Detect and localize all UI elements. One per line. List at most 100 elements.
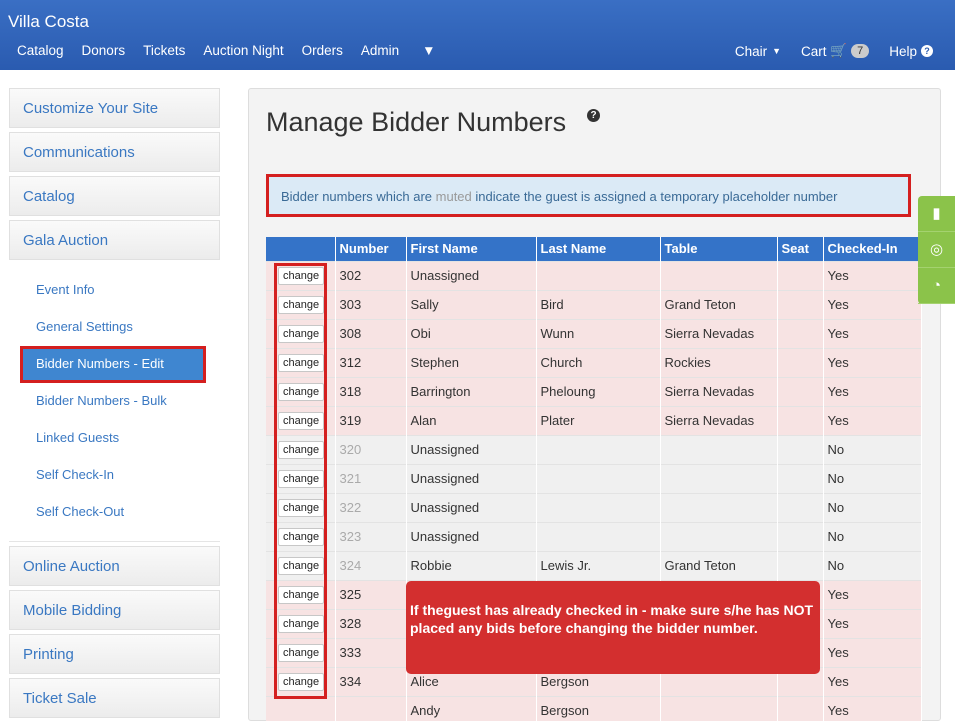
col-header-first-name[interactable]: First Name xyxy=(406,237,537,261)
cell-action: change xyxy=(266,434,336,464)
change-button[interactable]: change xyxy=(278,556,325,575)
sidebar-item-self-check-out[interactable]: Self Check-Out xyxy=(9,494,220,531)
sidebar-online-auction[interactable]: Online Auction xyxy=(9,546,220,586)
change-button[interactable]: change xyxy=(278,469,325,488)
sidebar-communications[interactable]: Communications xyxy=(9,132,220,172)
change-button[interactable]: change xyxy=(278,643,325,662)
sidebar-item-event-info[interactable]: Event Info xyxy=(9,272,220,309)
change-button[interactable]: change xyxy=(278,295,325,314)
nav-help[interactable]: Help? xyxy=(889,44,933,59)
sidebar-item-linked-guests[interactable]: Linked Guests xyxy=(9,420,220,457)
change-button[interactable]: change xyxy=(278,672,325,691)
floating-toolbar: ▮ ◎ ◔ xyxy=(918,196,955,304)
sidebar-item-self-check-in[interactable]: Self Check-In xyxy=(9,457,220,494)
sidebar-mobile-bidding[interactable]: Mobile Bidding xyxy=(9,590,220,630)
sidebar-ticket-sale[interactable]: Ticket Sale xyxy=(9,678,220,718)
lifebuoy-icon[interactable]: ◎ xyxy=(918,232,955,268)
cell-first: Stephen xyxy=(406,347,537,377)
cell-seat xyxy=(777,463,824,493)
cell-first: Alan xyxy=(406,405,537,435)
nav-cart[interactable]: Cart 🛒 7 xyxy=(801,43,870,59)
cell-action: change xyxy=(266,492,336,522)
cell-checked: No xyxy=(823,492,922,522)
cell-first: Unassigned xyxy=(406,434,537,464)
cell-first: Andy xyxy=(406,695,537,721)
main-nav: Catalog Donors Tickets Auction Night Ord… xyxy=(17,43,472,58)
question-circle-icon: ? xyxy=(921,45,933,57)
cell-number: 308 xyxy=(335,318,407,348)
change-button[interactable]: change xyxy=(278,614,325,633)
cell-checked: Yes xyxy=(823,260,922,290)
change-button[interactable]: change xyxy=(278,324,325,343)
cell-checked: No xyxy=(823,550,922,580)
cell-action: change xyxy=(266,550,336,580)
cell-action: change xyxy=(266,318,336,348)
nav-chair[interactable]: Chair ▼ xyxy=(735,44,781,59)
sidebar-catalog[interactable]: Catalog xyxy=(9,176,220,216)
top-navbar: Villa Costa Catalog Donors Tickets Aucti… xyxy=(0,0,955,70)
sidebar-item-bidder-numbers-bulk[interactable]: Bidder Numbers - Bulk xyxy=(9,383,220,420)
nav-auction-night[interactable]: Auction Night xyxy=(203,43,283,58)
warning-callout: If theguest has already checked in - mak… xyxy=(406,581,820,674)
change-button[interactable]: change xyxy=(278,353,325,372)
caret-down-icon: ▼ xyxy=(422,43,436,58)
cell-last xyxy=(536,434,661,464)
col-header-checked-in[interactable]: Checked-In xyxy=(823,237,922,261)
col-header-seat[interactable]: Seat xyxy=(777,237,824,261)
change-button[interactable]: change xyxy=(278,382,325,401)
cell-number: 303 xyxy=(335,289,407,319)
sidebar-printing[interactable]: Printing xyxy=(9,634,220,674)
cell-number: 323 xyxy=(335,521,407,551)
sidebar-customize-your-site[interactable]: Customize Your Site xyxy=(9,88,220,128)
table-header-row: Number First Name Last Name Table Seat C… xyxy=(266,237,922,261)
sidebar-item-bidder-numbers-edit[interactable]: Bidder Numbers - Edit xyxy=(20,346,206,383)
table-row: Andy Bergson Yes xyxy=(266,695,922,721)
table-row: change 312 Stephen Church Rockies Yes xyxy=(266,347,922,377)
sidebar-item-general-settings[interactable]: General Settings xyxy=(9,309,220,346)
col-header-last-name[interactable]: Last Name xyxy=(536,237,661,261)
cell-first: Unassigned xyxy=(406,463,537,493)
change-button[interactable]: change xyxy=(278,266,325,285)
cell-number: 318 xyxy=(335,376,407,406)
change-button[interactable]: change xyxy=(278,440,325,459)
cell-table xyxy=(660,492,778,522)
cell-table: Sierra Nevadas xyxy=(660,318,778,348)
cell-action: change xyxy=(266,666,336,696)
book-icon[interactable]: ▮ xyxy=(918,196,955,232)
cell-checked: Yes xyxy=(823,666,922,696)
change-button[interactable]: change xyxy=(278,585,325,604)
cell-last: Bird xyxy=(536,289,661,319)
info-text-muted: muted xyxy=(435,189,472,204)
col-header-table[interactable]: Table xyxy=(660,237,778,261)
cell-table xyxy=(660,695,778,721)
cell-first: Robbie xyxy=(406,550,537,580)
brand-name[interactable]: Villa Costa xyxy=(8,12,89,32)
cell-last: Lewis Jr. xyxy=(536,550,661,580)
cell-seat xyxy=(777,376,824,406)
cell-seat xyxy=(777,405,824,435)
question-circle-icon[interactable]: ? xyxy=(587,109,600,122)
col-header-number[interactable]: Number xyxy=(335,237,407,261)
nav-orders[interactable]: Orders xyxy=(302,43,343,58)
cell-checked: Yes xyxy=(823,376,922,406)
cell-number: 320 xyxy=(335,434,407,464)
sidebar-gala-auction[interactable]: Gala Auction xyxy=(9,220,220,260)
nav-tickets[interactable]: Tickets xyxy=(143,43,185,58)
cell-last xyxy=(536,492,661,522)
change-button[interactable]: change xyxy=(278,527,325,546)
table-row: change 318 Barrington Pheloung Sierra Nevada… xyxy=(266,376,922,406)
cell-number: 324 xyxy=(335,550,407,580)
change-button[interactable]: change xyxy=(278,411,325,430)
nav-admin[interactable]: Admin ▼ xyxy=(361,43,454,58)
cell-number: 321 xyxy=(335,463,407,493)
cell-seat xyxy=(777,318,824,348)
nav-help-label: Help xyxy=(889,43,917,59)
change-button[interactable]: change xyxy=(278,498,325,517)
rss-icon[interactable]: ◔ xyxy=(918,268,955,304)
admin-sidebar: Customize Your Site Communications Catal… xyxy=(9,88,220,721)
nav-donors[interactable]: Donors xyxy=(82,43,126,58)
cell-last xyxy=(536,521,661,551)
cell-table xyxy=(660,434,778,464)
nav-catalog[interactable]: Catalog xyxy=(17,43,64,58)
cell-action xyxy=(266,695,336,721)
